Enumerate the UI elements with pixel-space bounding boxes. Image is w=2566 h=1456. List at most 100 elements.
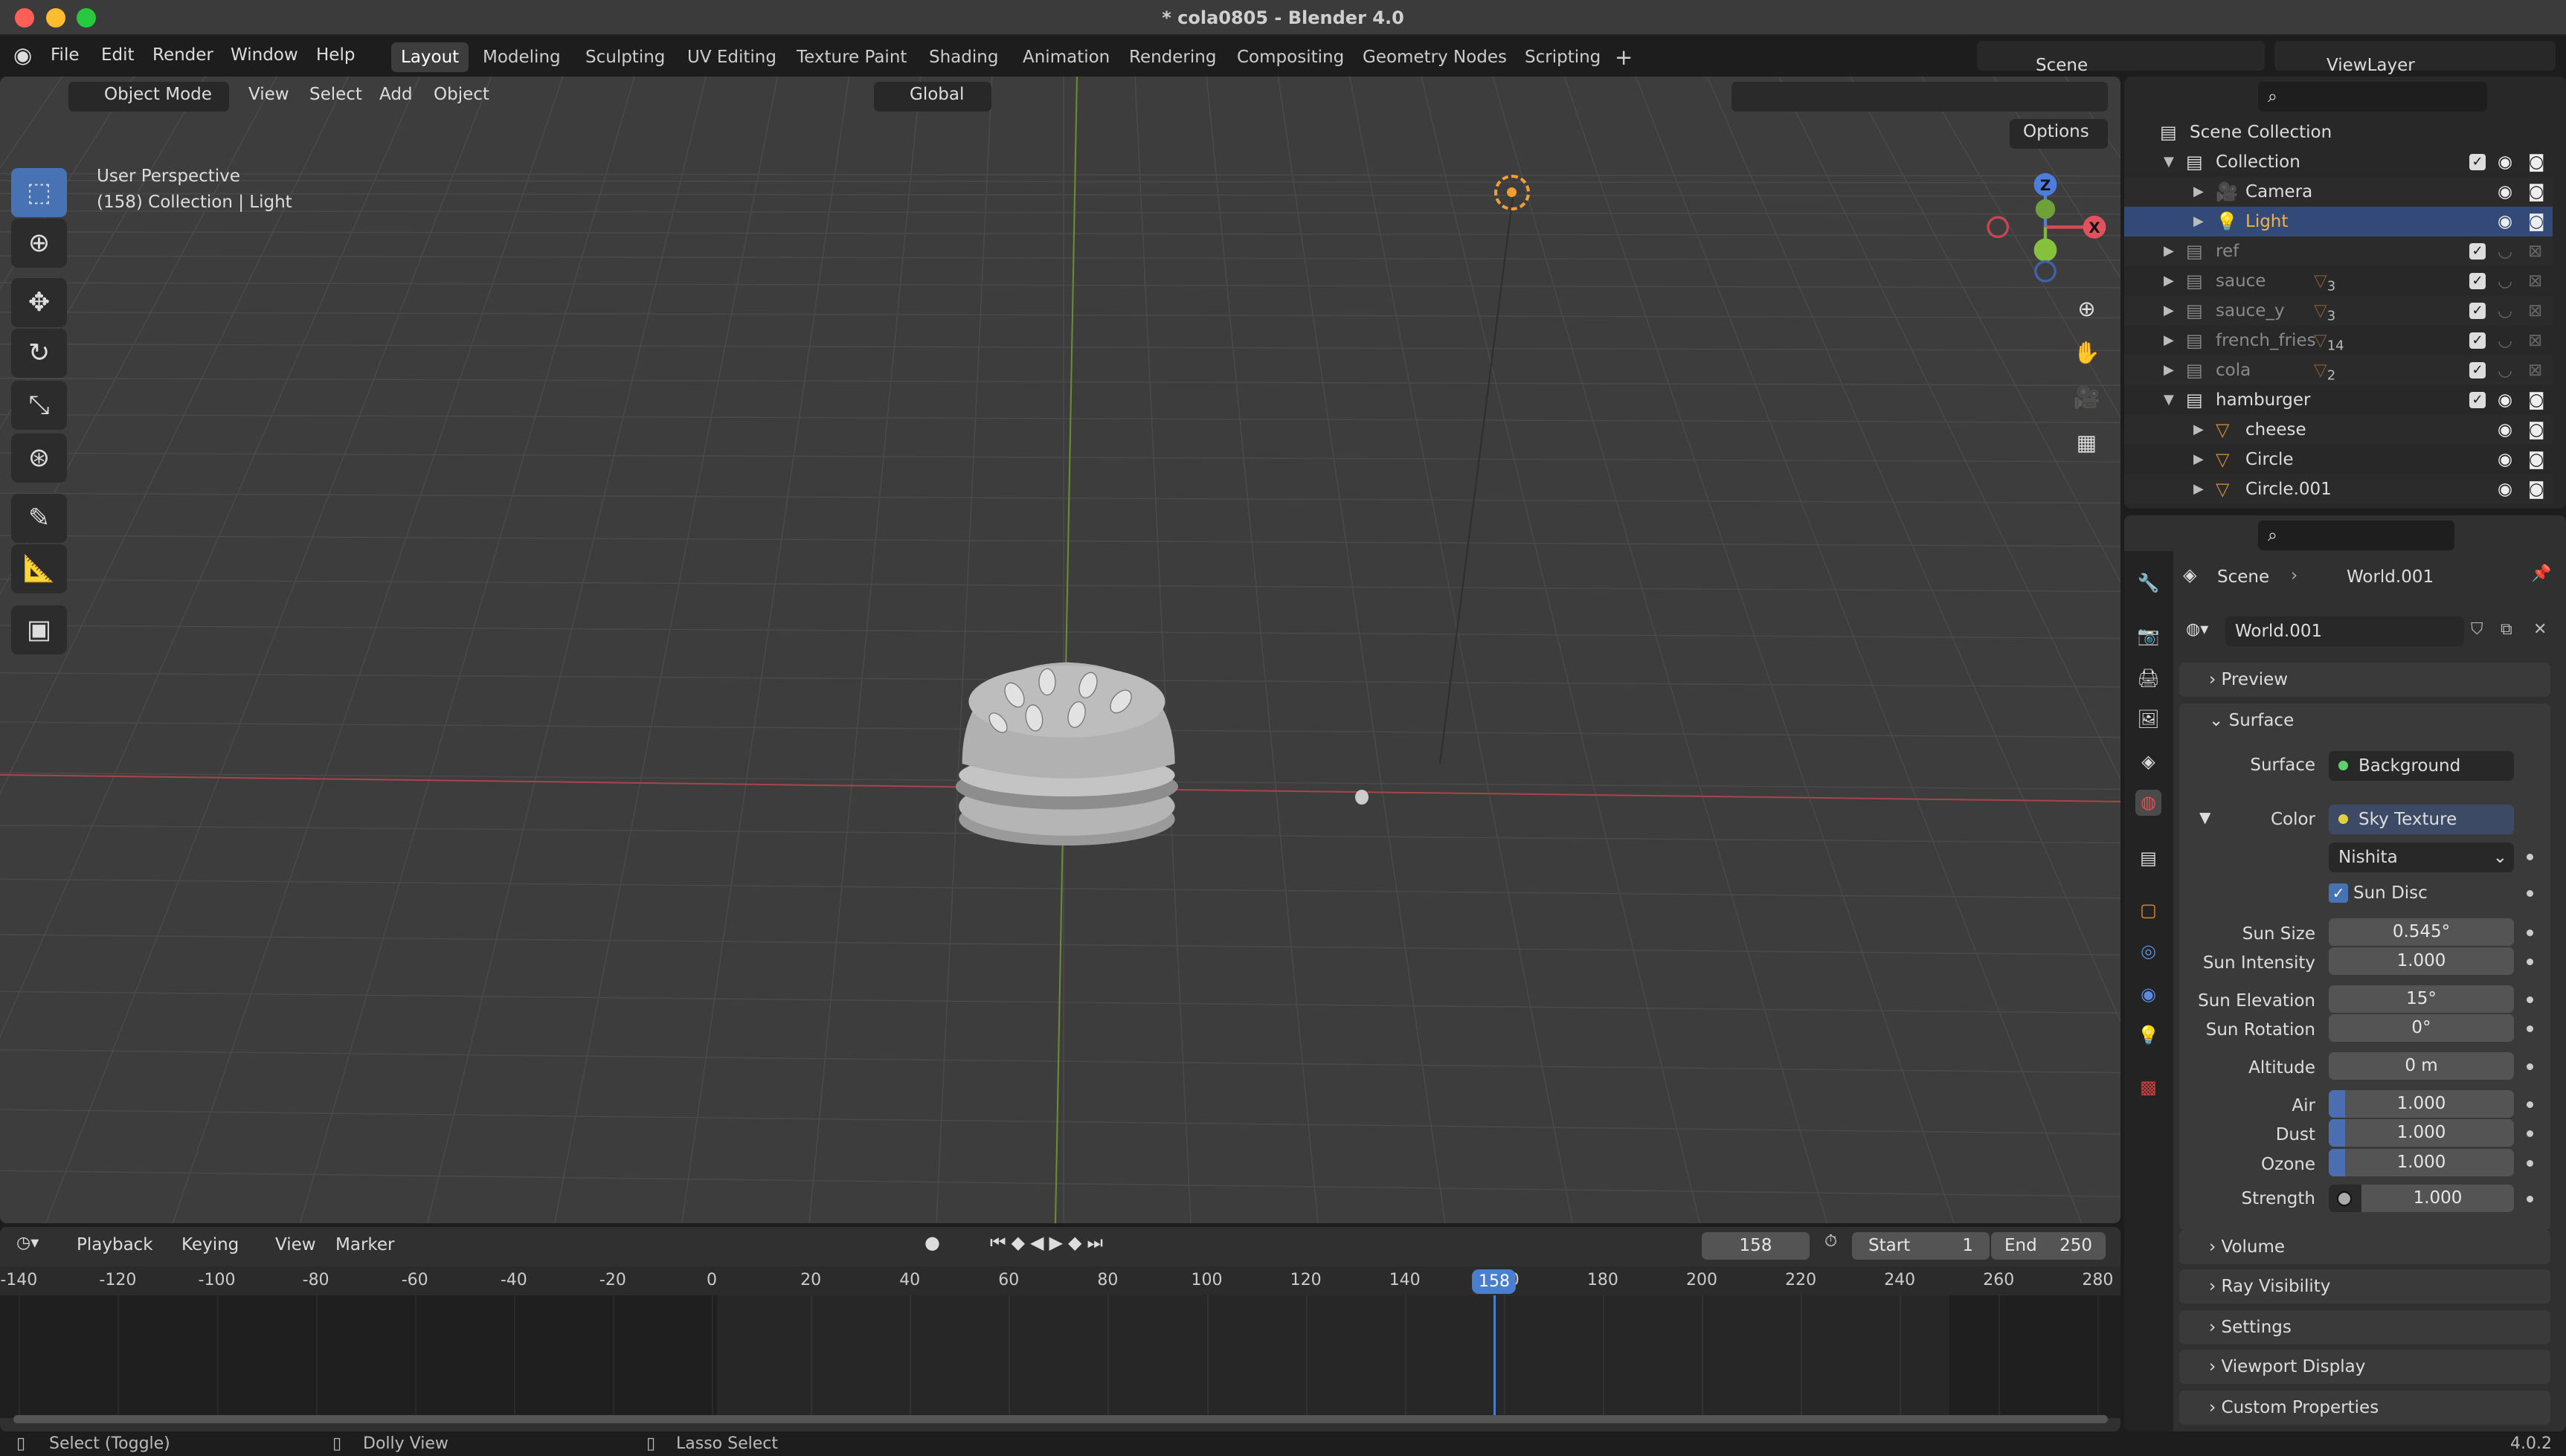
minimize-window-button[interactable] bbox=[46, 8, 65, 28]
eye-closed-icon[interactable]: ◡ bbox=[2498, 355, 2512, 385]
eye-closed-icon[interactable]: ◡ bbox=[2498, 296, 2512, 326]
outliner-row[interactable]: ▼ ▤ hamburger ✓ ◉ ◙ bbox=[2124, 385, 2553, 415]
menu-edit[interactable]: Edit bbox=[101, 45, 135, 65]
camera-view-icon[interactable]: 🎥 bbox=[2067, 378, 2106, 417]
orientation-selector[interactable]: Global bbox=[874, 82, 991, 112]
menu-view[interactable]: View bbox=[248, 85, 289, 104]
expand-arrow-icon[interactable]: ▶ bbox=[2193, 207, 2204, 236]
render-camera-icon[interactable]: ◙ bbox=[2528, 147, 2544, 177]
unlink-icon[interactable]: ✕ bbox=[2533, 620, 2547, 639]
outliner-row[interactable]: ▶ ▽ Circle.001 ◉ ◙ bbox=[2124, 474, 2553, 504]
rotate-tool-icon[interactable]: ↻ bbox=[11, 329, 67, 378]
altitude-field[interactable]: 0 m bbox=[2329, 1052, 2514, 1080]
expand-arrow-icon[interactable]: ▶ bbox=[2193, 474, 2204, 504]
expand-arrow-icon[interactable]: ▶ bbox=[2164, 326, 2174, 355]
options-button[interactable]: Options bbox=[2010, 119, 2108, 149]
current-frame-field[interactable]: 158 bbox=[1702, 1232, 1810, 1260]
expand-arrow-icon[interactable]: ▶ bbox=[2164, 236, 2174, 266]
sky-type-dropdown[interactable]: Nishita ⌄ bbox=[2329, 843, 2514, 872]
outliner-row[interactable]: ▶ ▤ cola ▽2 ✓ ◡ ⊠ bbox=[2124, 355, 2553, 385]
exclude-checkbox[interactable]: ✓ bbox=[2469, 303, 2486, 319]
playhead-frame-label[interactable]: 158 bbox=[1472, 1269, 1517, 1294]
mode-selector[interactable]: Object Mode bbox=[68, 82, 229, 112]
panel-custom-properties[interactable]: › Custom Properties bbox=[2179, 1391, 2550, 1425]
outliner-row[interactable]: ▶ 💡 Light ◉ ◙ bbox=[2124, 207, 2553, 236]
menu-view[interactable]: View bbox=[275, 1235, 316, 1254]
gizmo-neg-y-icon[interactable] bbox=[2033, 238, 2057, 262]
sun-rotation-field[interactable]: 0° bbox=[2329, 1014, 2514, 1042]
playhead-line[interactable] bbox=[1493, 1295, 1496, 1415]
render-camera-icon[interactable]: ⊠ bbox=[2528, 296, 2542, 326]
close-window-button[interactable] bbox=[15, 8, 34, 28]
tab-sculpting[interactable]: Sculpting bbox=[576, 42, 675, 72]
tab-compositing[interactable]: Compositing bbox=[1227, 42, 1354, 72]
eye-closed-icon[interactable]: ◡ bbox=[2498, 266, 2512, 296]
render-camera-icon[interactable]: ◙ bbox=[2528, 385, 2544, 415]
outliner-row[interactable]: ▶ ▽ cheese ◉ ◙ bbox=[2124, 415, 2553, 445]
menu-marker[interactable]: Marker bbox=[335, 1235, 395, 1254]
small-object[interactable] bbox=[1355, 790, 1369, 805]
viewport-shading-controls[interactable] bbox=[1731, 82, 2108, 112]
view-layer-selector[interactable]: ViewLayer bbox=[2274, 41, 2556, 75]
dust-field[interactable]: 1.000 bbox=[2329, 1119, 2514, 1147]
collapse-arrow-icon[interactable]: ▼ bbox=[2164, 385, 2174, 415]
eye-closed-icon[interactable]: ◡ bbox=[2498, 236, 2512, 266]
panel-ray-visibility[interactable]: › Ray Visibility bbox=[2179, 1269, 2550, 1304]
annotate-tool-icon[interactable]: ✎ bbox=[11, 494, 67, 543]
pin-icon[interactable]: 📌 bbox=[2531, 564, 2551, 583]
duplicate-icon[interactable]: ⧉ bbox=[2501, 620, 2512, 639]
tab-modeling[interactable]: Modeling bbox=[473, 42, 570, 72]
eye-closed-icon[interactable]: ◡ bbox=[2498, 326, 2512, 355]
world-browse-icon[interactable]: ◍▾ bbox=[2186, 620, 2208, 639]
outliner-root[interactable]: ▤ Scene Collection bbox=[2124, 117, 2553, 147]
breadcrumb-world[interactable]: World.001 bbox=[2347, 567, 2434, 587]
panel-volume[interactable]: › Volume bbox=[2179, 1230, 2550, 1264]
record-icon[interactable]: ● bbox=[925, 1232, 940, 1253]
gizmo-neg-x-icon[interactable] bbox=[1987, 216, 2010, 239]
ozone-field[interactable]: 1.000 bbox=[2329, 1149, 2514, 1176]
menu-file[interactable]: File bbox=[51, 45, 80, 65]
tab-rendering[interactable]: Rendering bbox=[1119, 42, 1226, 72]
tab-uv-editing[interactable]: UV Editing bbox=[678, 42, 786, 72]
expand-arrow-icon[interactable]: ▶ bbox=[2164, 296, 2174, 326]
expand-arrow-icon[interactable]: ▶ bbox=[2193, 177, 2204, 207]
render-camera-icon[interactable]: ⊠ bbox=[2528, 236, 2542, 266]
sun-size-field[interactable]: 0.545° bbox=[2329, 918, 2514, 946]
outliner-row[interactable]: ▶ ▤ french_fries ▽14 ✓ ◡ ⊠ bbox=[2124, 326, 2553, 355]
render-camera-icon[interactable]: ◙ bbox=[2528, 177, 2544, 207]
output-tab-icon[interactable]: 🖨 bbox=[2135, 666, 2161, 692]
exclude-checkbox[interactable]: ✓ bbox=[2469, 392, 2486, 408]
render-camera-icon[interactable]: ◙ bbox=[2528, 415, 2544, 445]
expand-arrow-icon[interactable]: ▶ bbox=[2164, 266, 2174, 296]
exclude-checkbox[interactable]: ✓ bbox=[2469, 154, 2486, 170]
menu-select[interactable]: Select bbox=[309, 85, 362, 104]
render-camera-icon[interactable]: ⊠ bbox=[2528, 326, 2542, 355]
blender-logo-icon[interactable]: ◉ bbox=[13, 42, 32, 68]
expand-arrow-icon[interactable]: ▶ bbox=[2193, 445, 2204, 474]
panel-surface-header[interactable]: ⌄ Surface bbox=[2179, 703, 2550, 738]
eye-icon[interactable]: ◉ bbox=[2498, 207, 2512, 236]
tab-shading[interactable]: Shading bbox=[919, 42, 1008, 72]
collapse-arrow-icon[interactable]: ▼ bbox=[2164, 147, 2174, 177]
eye-icon[interactable]: ◉ bbox=[2498, 445, 2512, 474]
menu-object[interactable]: Object bbox=[434, 85, 489, 104]
scale-tool-icon[interactable]: ⤡ bbox=[11, 381, 67, 430]
tab-texture-paint[interactable]: Texture Paint bbox=[787, 42, 916, 72]
panel-viewport-display[interactable]: › Viewport Display bbox=[2179, 1350, 2550, 1384]
eye-icon[interactable]: ◉ bbox=[2498, 415, 2512, 445]
gizmo-y-icon[interactable] bbox=[2035, 199, 2056, 219]
3d-viewport[interactable]: Object Mode View Select Add Object Globa… bbox=[0, 77, 2120, 1223]
render-camera-icon[interactable]: ⊠ bbox=[2528, 266, 2542, 296]
eye-icon[interactable]: ◉ bbox=[2498, 474, 2512, 504]
cursor-tool-icon[interactable]: ⊕ bbox=[11, 219, 67, 268]
exclude-checkbox[interactable]: ✓ bbox=[2469, 332, 2486, 349]
sun-elevation-field[interactable]: 15° bbox=[2329, 985, 2514, 1013]
tab-geometry-nodes[interactable]: Geometry Nodes bbox=[1353, 42, 1517, 72]
outliner-row[interactable]: ▶ ▽ Circle ◉ ◙ bbox=[2124, 445, 2553, 474]
collection-tab-icon[interactable]: ▤ bbox=[2135, 845, 2161, 872]
menu-playback[interactable]: Playback bbox=[77, 1235, 153, 1254]
render-camera-icon[interactable]: ◙ bbox=[2528, 207, 2544, 236]
outliner-row[interactable]: ▶ 🎥 Camera ◉ ◙ bbox=[2124, 177, 2553, 207]
zoom-window-button[interactable] bbox=[77, 8, 96, 28]
exclude-checkbox[interactable]: ✓ bbox=[2469, 273, 2486, 289]
